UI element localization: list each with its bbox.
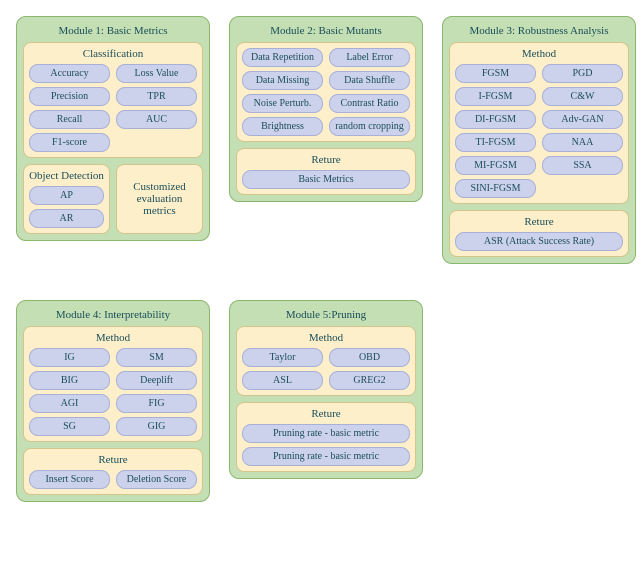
sub-object-detection: Object Detection AP AR [23,164,110,234]
sub-method: Method Taylor OBD ASL GREG2 [236,326,416,396]
method-pill: BIG [29,371,110,390]
method-pill: GIG [116,417,197,436]
module-robustness: Module 3: Robustness Analysis Method FGS… [442,16,636,264]
mutant-pill: Label Error [329,48,410,67]
metric-pill: AUC [116,110,197,129]
method-pill: Deeplift [116,371,197,390]
method-pill: C&W [542,87,623,106]
module-basic-mutants: Module 2: Basic Mutants Data Repetition … [229,16,423,202]
return-pill: Basic Metrics [242,170,410,189]
metric-pill: AP [29,186,104,205]
diagram-canvas: Module 1: Basic Metrics Classification A… [10,10,640,551]
sub-customized: Customized evaluation metrics [116,164,203,234]
sub-method: Method IG SM BIG Deeplift AGI FIG SG GIG [23,326,203,442]
metric-pill: Recall [29,110,110,129]
module-title: Module 5:Pruning [236,309,416,321]
sub-text: Customized evaluation metrics [122,181,197,217]
sub-title: Reture [242,408,410,420]
method-pill: DI-FGSM [455,110,536,129]
method-pill: I-FGSM [455,87,536,106]
method-pill: NAA [542,133,623,152]
metric-pill: TPR [116,87,197,106]
sub-title: Reture [242,154,410,166]
method-pill: Taylor [242,348,323,367]
sub-method: Method FGSM PGD I-FGSM C&W DI-FGSM Adv-G… [449,42,629,204]
metric-pill: Accuracy [29,64,110,83]
sub-reture: Reture Pruning rate - basic metric Pruni… [236,402,416,472]
sub-reture: Reture Insert Score Deletion Score [23,448,203,495]
metric-pill: F1-score [29,133,110,152]
sub-title: Method [29,332,197,344]
module-interpretability: Module 4: Interpretability Method IG SM … [16,300,210,502]
sub-title: Method [242,332,410,344]
method-pill: FIG [116,394,197,413]
module-pruning: Module 5:Pruning Method Taylor OBD ASL G… [229,300,423,479]
mutant-pill: Data Missing [242,71,323,90]
mutant-pill: Noise Perturb. [242,94,323,113]
module-title: Module 3: Robustness Analysis [449,25,629,37]
method-pill: TI-FGSM [455,133,536,152]
mutant-pill: Brightness [242,117,323,136]
module-title: Module 4: Interpretability [23,309,203,321]
method-pill: GREG2 [329,371,410,390]
sub-title: Method [455,48,623,60]
metric-pill: Loss Value [116,64,197,83]
return-pill: Pruning rate - basic metric [242,424,410,443]
sub-items: Data Repetition Label Error Data Missing… [236,42,416,142]
return-pill: Pruning rate - basic metric [242,447,410,466]
method-pill: SG [29,417,110,436]
mutant-pill: random cropping [329,117,410,136]
sub-reture: Reture ASR (Attack Success Rate) [449,210,629,257]
method-pill: PGD [542,64,623,83]
method-pill: ASL [242,371,323,390]
sub-title: Classification [29,48,197,60]
method-pill: FGSM [455,64,536,83]
module-basic-metrics: Module 1: Basic Metrics Classification A… [16,16,210,241]
mutant-pill: Contrast Ratio [329,94,410,113]
sub-title: Reture [29,454,197,466]
metric-pill: Precision [29,87,110,106]
method-pill: OBD [329,348,410,367]
method-pill: SM [116,348,197,367]
sub-classification: Classification Accuracy Loss Value Preci… [23,42,203,158]
method-pill: MI-FGSM [455,156,536,175]
method-pill: SSA [542,156,623,175]
method-pill: IG [29,348,110,367]
sub-reture: Reture Basic Metrics [236,148,416,195]
method-pill: SINI-FGSM [455,179,536,198]
return-pill: Insert Score [29,470,110,489]
return-pill: Deletion Score [116,470,197,489]
metric-pill: AR [29,209,104,228]
mutant-pill: Data Shuffle [329,71,410,90]
method-pill: AGI [29,394,110,413]
sub-title: Object Detection [29,170,104,182]
module-title: Module 2: Basic Mutants [236,25,416,37]
return-pill: ASR (Attack Success Rate) [455,232,623,251]
method-pill: Adv-GAN [542,110,623,129]
mutant-pill: Data Repetition [242,48,323,67]
module-title: Module 1: Basic Metrics [23,25,203,37]
sub-title: Reture [455,216,623,228]
